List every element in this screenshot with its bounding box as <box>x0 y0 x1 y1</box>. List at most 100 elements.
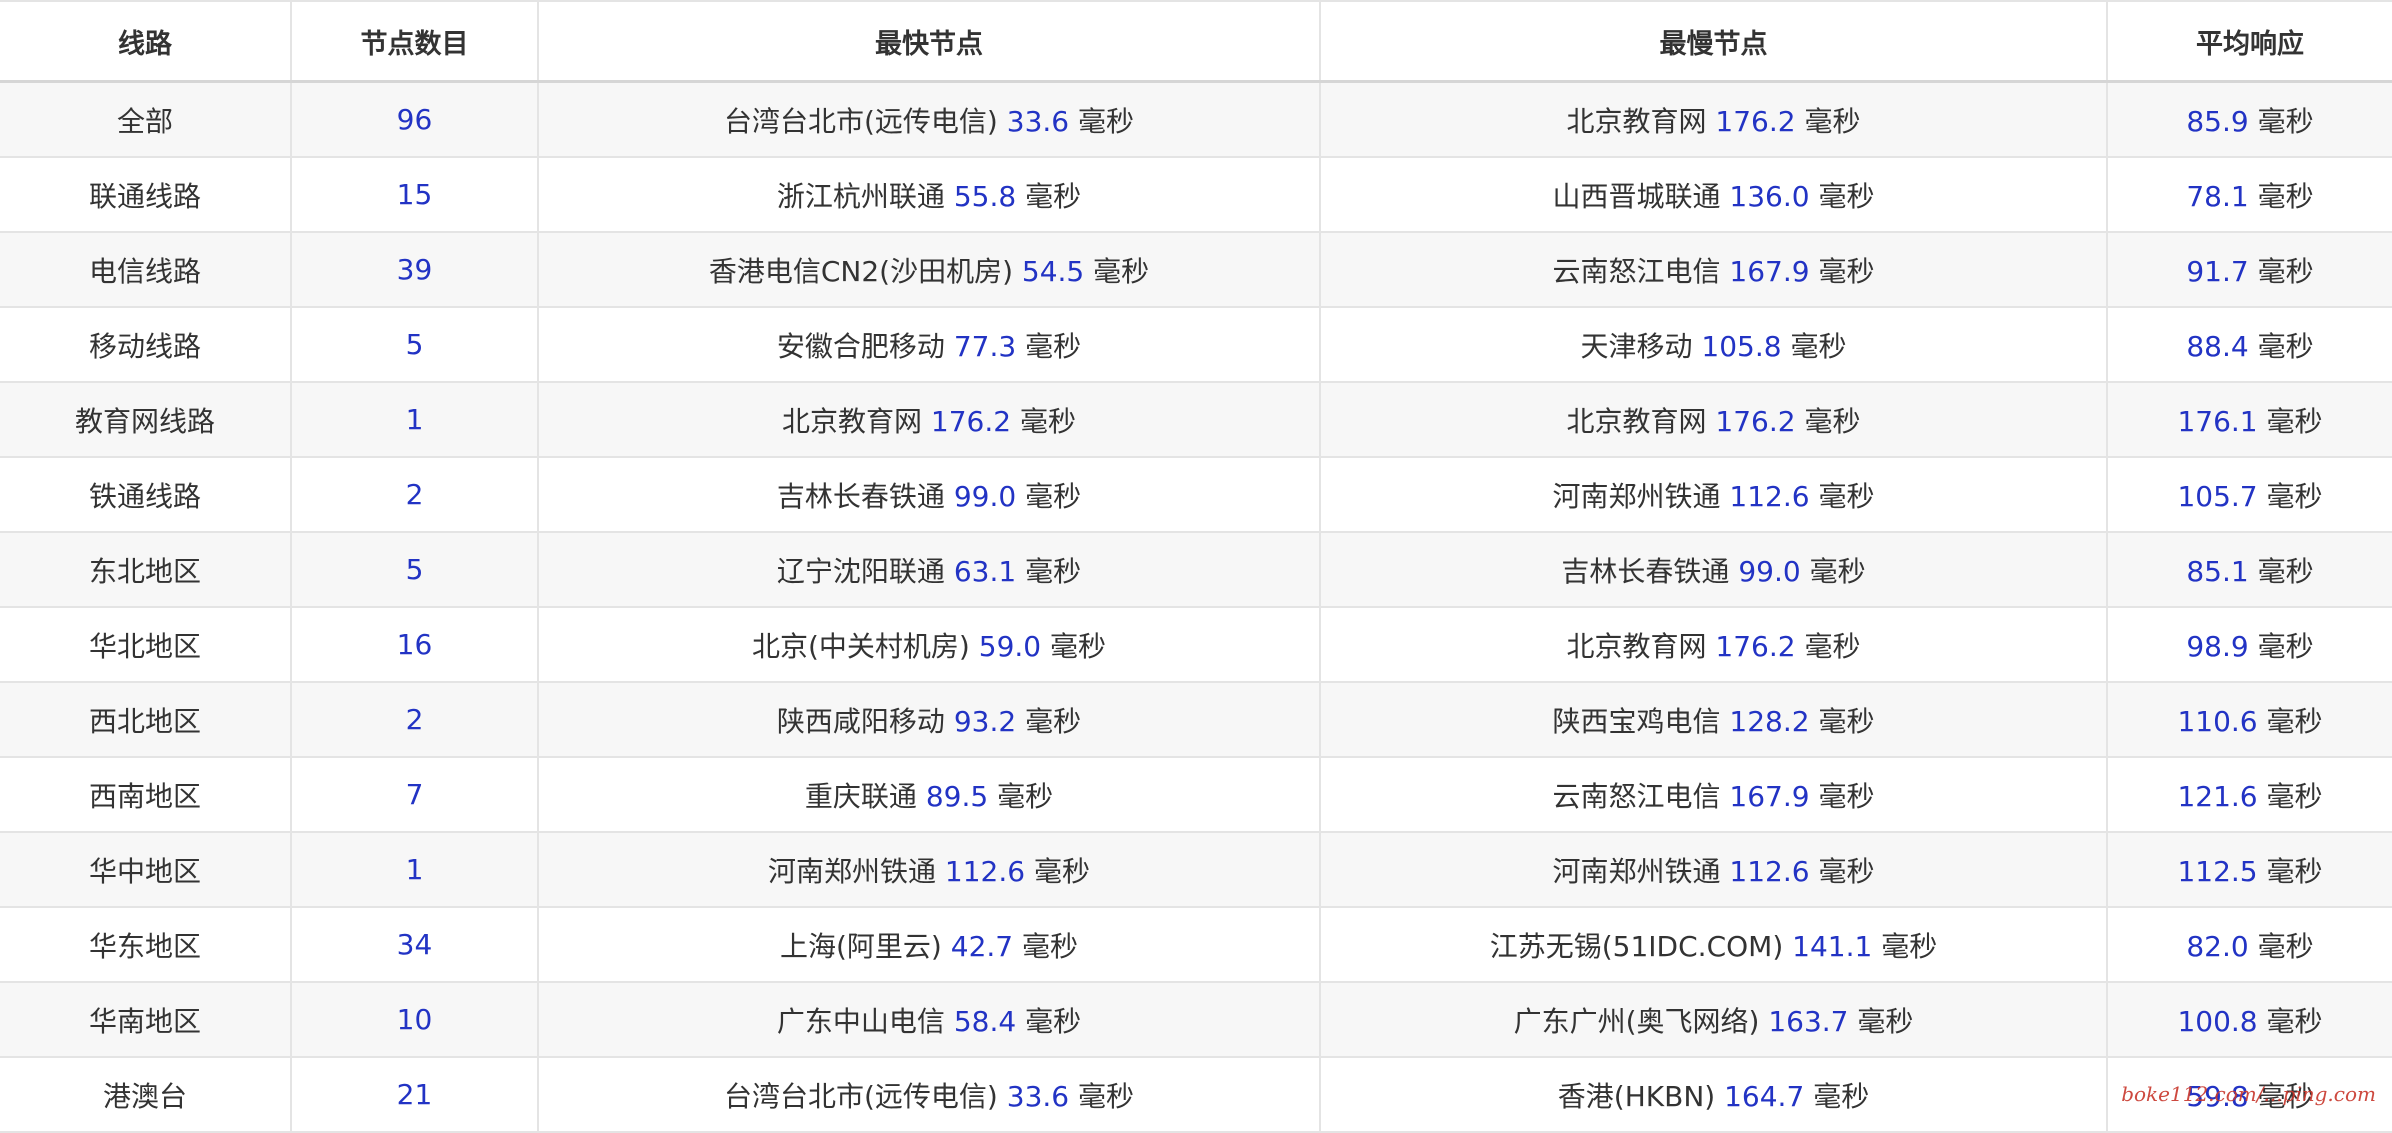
fastest-node-name: 安徽合肥移动 <box>776 329 945 363</box>
average-response-unit: 毫秒 <box>2266 1004 2323 1038</box>
table-row: 东北地区 5 辽宁沈阳联通 63.1 毫秒 吉林长春铁通 99.0 毫秒 85.1 毫秒 <box>0 532 2392 608</box>
slowest-node-name: 北京教育网 <box>1566 629 1707 663</box>
header-average-response: 平均响应 <box>2107 0 2392 83</box>
cell-fastest-node: 北京(中关村机房) 59.0 毫秒 <box>538 607 1321 683</box>
watermark: boke112.com/...ping.com <box>2121 1082 2376 1106</box>
average-response-unit: 毫秒 <box>2257 929 2314 963</box>
average-response-unit: 毫秒 <box>2257 179 2314 213</box>
cell-average-response: 121.6 毫秒 <box>2107 757 2392 833</box>
node-count-value: 96 <box>396 103 433 136</box>
average-response-value: 100.8 <box>2177 1004 2258 1038</box>
slowest-node-unit: 毫秒 <box>1881 929 1938 963</box>
cell-slowest-node: 吉林长春铁通 99.0 毫秒 <box>1320 532 2108 608</box>
average-response-value: 112.5 <box>2177 854 2258 888</box>
fastest-node-name: 台湾台北市(远传电信) <box>723 104 998 138</box>
cell-node-count: 2 <box>291 457 539 533</box>
cell-slowest-node: 北京教育网 176.2 毫秒 <box>1320 382 2108 458</box>
cell-slowest-node: 陕西宝鸡电信 128.2 毫秒 <box>1320 682 2108 758</box>
slowest-node-unit: 毫秒 <box>1790 329 1847 363</box>
average-response-unit: 毫秒 <box>2266 779 2323 813</box>
slowest-node-value: 112.6 <box>1729 479 1810 513</box>
fastest-node-name: 浙江杭州联通 <box>776 179 945 213</box>
average-response-unit: 毫秒 <box>2257 254 2314 288</box>
line-name: 铁通线路 <box>88 479 201 513</box>
cell-fastest-node: 香港电信CN2(沙田机房) 54.5 毫秒 <box>538 232 1321 308</box>
average-response-unit: 毫秒 <box>2257 629 2314 663</box>
node-count-value: 16 <box>396 628 433 661</box>
slowest-node-unit: 毫秒 <box>1804 629 1861 663</box>
cell-slowest-node: 香港(HKBN) 164.7 毫秒 <box>1320 1057 2108 1133</box>
fastest-node-value: 59.0 <box>978 629 1042 663</box>
average-response-unit: 毫秒 <box>2266 854 2323 888</box>
average-response-value: 110.6 <box>2177 704 2258 738</box>
slowest-node-name: 云南怒江电信 <box>1552 254 1721 288</box>
cell-slowest-node: 广东广州(奥飞网络) 163.7 毫秒 <box>1320 982 2108 1058</box>
slowest-node-value: 164.7 <box>1724 1079 1805 1113</box>
slowest-node-name: 河南郑州铁通 <box>1552 854 1721 888</box>
cell-line: 铁通线路 <box>0 457 292 533</box>
header-node-count: 节点数目 <box>291 0 539 83</box>
cell-slowest-node: 北京教育网 176.2 毫秒 <box>1320 81 2108 158</box>
fastest-node-name: 吉林长春铁通 <box>776 479 945 513</box>
cell-line: 西北地区 <box>0 682 292 758</box>
cell-average-response: 85.9 毫秒 <box>2107 81 2392 158</box>
cell-slowest-node: 江苏无锡(51IDC.COM) 141.1 毫秒 <box>1320 907 2108 983</box>
line-name: 西南地区 <box>88 779 201 813</box>
fastest-node-value: 58.4 <box>953 1004 1017 1038</box>
slowest-node-value: 105.8 <box>1701 329 1782 363</box>
slowest-node-name: 云南怒江电信 <box>1552 779 1721 813</box>
slowest-node-name: 吉林长春铁通 <box>1561 554 1730 588</box>
header-fastest-node: 最快节点 <box>538 0 1321 83</box>
fastest-node-name: 广东中山电信 <box>776 1004 945 1038</box>
fastest-node-value: 77.3 <box>953 329 1017 363</box>
cell-fastest-node: 北京教育网 176.2 毫秒 <box>538 382 1321 458</box>
node-count-value: 10 <box>396 1003 433 1036</box>
cell-fastest-node: 辽宁沈阳联通 63.1 毫秒 <box>538 532 1321 608</box>
line-name: 移动线路 <box>88 329 201 363</box>
fastest-node-name: 重庆联通 <box>804 779 917 813</box>
average-response-value: 78.1 <box>2186 179 2249 213</box>
average-response-value: 105.7 <box>2177 479 2258 513</box>
fastest-node-name: 陕西咸阳移动 <box>776 704 945 738</box>
average-response-value: 91.7 <box>2186 254 2249 288</box>
fastest-node-value: 42.7 <box>950 929 1014 963</box>
fastest-node-name: 香港电信CN2(沙田机房) <box>708 254 1013 288</box>
slowest-node-unit: 毫秒 <box>1818 179 1875 213</box>
cell-slowest-node: 河南郑州铁通 112.6 毫秒 <box>1320 832 2108 908</box>
fastest-node-value: 33.6 <box>1006 104 1070 138</box>
slowest-node-name: 陕西宝鸡电信 <box>1552 704 1721 738</box>
table-row: 全部 96 台湾台北市(远传电信) 33.6 毫秒 北京教育网 176.2 毫秒 85.… <box>0 81 2392 158</box>
average-response-unit: 毫秒 <box>2266 479 2323 513</box>
cell-node-count: 34 <box>291 907 539 983</box>
fastest-node-unit: 毫秒 <box>1022 929 1079 963</box>
fastest-node-unit: 毫秒 <box>1025 329 1082 363</box>
average-response-unit: 毫秒 <box>2257 104 2314 138</box>
fastest-node-value: 112.6 <box>944 854 1026 888</box>
fastest-node-unit: 毫秒 <box>1025 704 1082 738</box>
cell-fastest-node: 河南郑州铁通 112.6 毫秒 <box>538 832 1321 908</box>
average-response-value: 176.1 <box>2177 404 2258 438</box>
cell-node-count: 5 <box>291 532 539 608</box>
node-count-value: 1 <box>405 853 424 886</box>
line-name: 华中地区 <box>88 854 201 888</box>
header-slowest-node: 最慢节点 <box>1320 0 2108 83</box>
fastest-node-name: 北京(中关村机房) <box>751 629 970 663</box>
cell-average-response: 78.1 毫秒 <box>2107 157 2392 233</box>
average-response-unit: 毫秒 <box>2257 554 2314 588</box>
header-row: 线路 节点数目 最快节点 最慢节点 平均响应 <box>0 0 2392 83</box>
cell-line: 全部 <box>0 81 292 158</box>
cell-slowest-node: 云南怒江电信 167.9 毫秒 <box>1320 232 2108 308</box>
table-row: 联通线路 15 浙江杭州联通 55.8 毫秒 山西晋城联通 136.0 毫秒 78.1 … <box>0 157 2392 233</box>
cell-average-response: 82.0 毫秒 <box>2107 907 2392 983</box>
cell-fastest-node: 上海(阿里云) 42.7 毫秒 <box>538 907 1321 983</box>
fastest-node-value: 54.5 <box>1021 254 1085 288</box>
slowest-node-name: 广东广州(奥飞网络) <box>1513 1004 1760 1038</box>
fastest-node-unit: 毫秒 <box>997 779 1054 813</box>
fastest-node-unit: 毫秒 <box>1050 629 1107 663</box>
slowest-node-value: 112.6 <box>1729 854 1810 888</box>
cell-line: 华东地区 <box>0 907 292 983</box>
slowest-node-value: 128.2 <box>1729 704 1810 738</box>
table-row: 港澳台 21 台湾台北市(远传电信) 33.6 毫秒 香港(HKBN) 164.7 毫… <box>0 1057 2392 1133</box>
cell-fastest-node: 重庆联通 89.5 毫秒 <box>538 757 1321 833</box>
line-name: 东北地区 <box>88 554 201 588</box>
